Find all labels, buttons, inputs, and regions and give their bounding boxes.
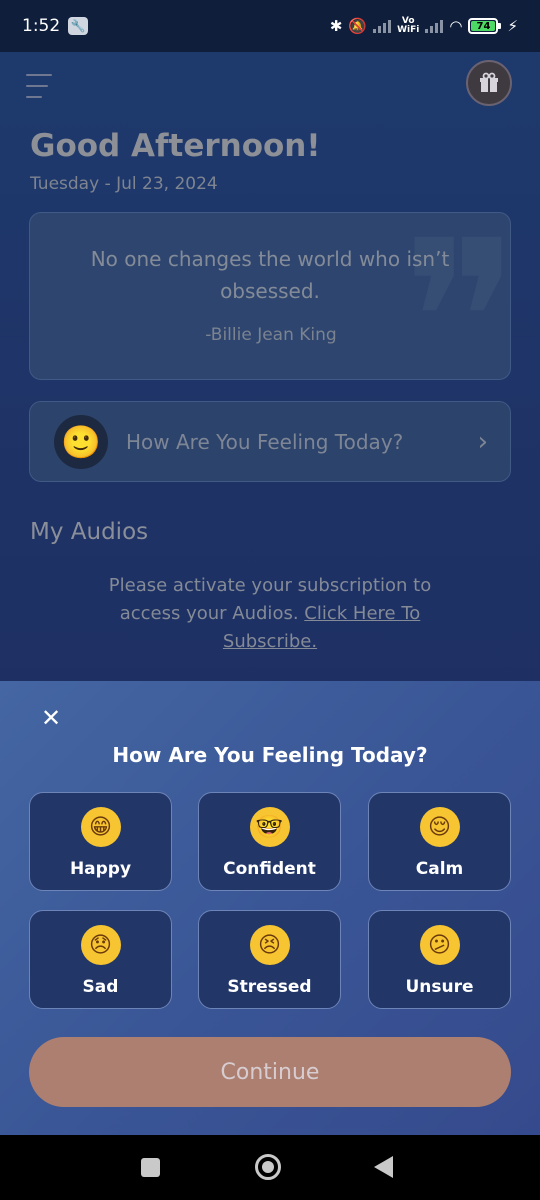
status-icons: ✱ 🔕 Vo WiFi ◠ 74 ⚡ (329, 17, 518, 36)
gift-icon (480, 72, 498, 92)
home-button[interactable] (255, 1154, 281, 1180)
recent-apps-button[interactable] (141, 1158, 160, 1177)
app-screen: 1:52 🔧 ✱ 🔕 Vo WiFi ◠ 74 ⚡ Good Afternoon… (0, 0, 540, 1200)
continue-button[interactable]: Continue (29, 1037, 511, 1107)
system-nav-bar (0, 1135, 540, 1200)
status-time: 1:52 (22, 16, 61, 36)
happy-emoji-icon: 😁 (80, 807, 121, 847)
calm-emoji-icon: 😌 (419, 807, 460, 847)
vowifi-icon: Vo WiFi (397, 17, 419, 35)
wrench-icon: 🔧 (68, 17, 89, 35)
mood-label: Unsure (405, 977, 474, 997)
chevron-right-icon: › (477, 426, 488, 457)
signal-icon (373, 19, 392, 33)
sad-emoji-icon: 😞 (80, 925, 121, 965)
status-bar: 1:52 🔧 ✱ 🔕 Vo WiFi ◠ 74 ⚡ (0, 0, 540, 52)
confident-emoji-icon: 🤓 (249, 807, 290, 847)
home-content: Good Afternoon! Tuesday - Jul 23, 2024 ❞… (0, 52, 540, 682)
mood-stressed[interactable]: 😣 Stressed (198, 910, 341, 1009)
battery-level: 74 (471, 21, 496, 32)
audios-message: Please activate your subscription to acc… (90, 572, 450, 656)
charging-icon: ⚡ (507, 17, 518, 35)
back-button[interactable] (374, 1156, 393, 1178)
mood-bottom-sheet: ✕ How Are You Feeling Today? 😁 Happy 🤓 C… (0, 681, 540, 1135)
mood-label: Happy (69, 859, 132, 879)
vowifi-bottom: WiFi (397, 25, 420, 35)
home-dot-icon (262, 1161, 274, 1173)
mood-happy[interactable]: 😁 Happy (29, 792, 172, 891)
how-are-you-feeling-card[interactable]: 🙂 How Are You Feeling Today? › (29, 401, 511, 482)
bluetooth-icon: ✱ (329, 17, 343, 35)
mute-bell-icon: 🔕 (348, 17, 368, 35)
mood-label: Calm (415, 859, 464, 879)
mood-confident[interactable]: 🤓 Confident (198, 792, 341, 891)
feeling-card-label: How Are You Feeling Today? (126, 429, 404, 454)
current-date: Tuesday - Jul 23, 2024 (30, 174, 218, 194)
close-icon[interactable]: ✕ (38, 705, 64, 731)
smiley-icon: 🙂 (54, 414, 108, 469)
stressed-emoji-icon: 😣 (249, 925, 290, 965)
mood-label: Confident (223, 859, 316, 879)
quote-author: -Billie Jean King (205, 325, 337, 345)
signal-2-icon (425, 19, 444, 33)
mood-sad[interactable]: 😞 Sad (29, 910, 172, 1009)
unsure-emoji-icon: 😕 (419, 925, 460, 965)
wifi-icon: ◠ (449, 17, 463, 35)
my-audios-title: My Audios (30, 519, 149, 545)
greeting-title: Good Afternoon! (30, 128, 321, 164)
hamburger-menu-icon[interactable] (26, 74, 52, 98)
mood-label: Stressed (227, 977, 312, 997)
battery-icon: 74 (468, 18, 502, 34)
mood-calm[interactable]: 😌 Calm (368, 792, 511, 891)
mood-unsure[interactable]: 😕 Unsure (368, 910, 511, 1009)
quote-card: ❞ No one changes the world who isn’t obs… (29, 212, 511, 380)
sheet-title: How Are You Feeling Today? (112, 743, 428, 767)
quote-text: No one changes the world who isn’t obses… (90, 247, 450, 303)
gift-button[interactable] (466, 60, 512, 106)
mood-label: Sad (82, 977, 119, 997)
